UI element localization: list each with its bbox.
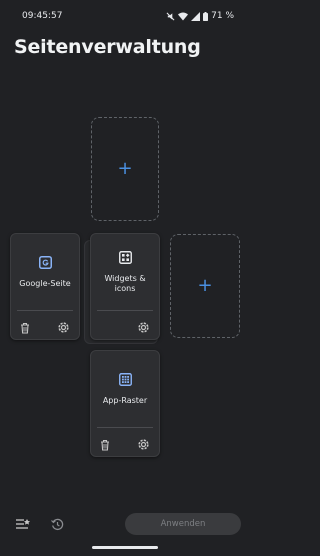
battery-icon [203, 11, 209, 21]
wifi-icon [178, 12, 189, 21]
page-card-google[interactable]: Google-Seite [10, 233, 80, 340]
delete-icon[interactable] [100, 436, 110, 455]
card-label-widgets-line1: Widgets & [104, 273, 146, 283]
battery-percent: 71 % [211, 11, 234, 21]
card-label-widgets-line2: icons [114, 283, 136, 293]
home-indicator[interactable] [92, 546, 158, 549]
card-label-google: Google-Seite [19, 278, 71, 288]
add-icon: + [197, 275, 213, 296]
add-page-slot-right[interactable]: + [170, 234, 240, 338]
google-page-icon [38, 254, 52, 273]
apply-button[interactable]: Anwenden [125, 513, 241, 535]
status-bar: 09:45:57 71 % [0, 0, 250, 32]
card-divider [17, 310, 73, 311]
page-card-widgets[interactable]: Widgets & icons [90, 233, 160, 340]
history-icon[interactable] [48, 515, 66, 533]
app-grid-icon [118, 371, 132, 390]
card-divider [97, 310, 153, 311]
delete-icon[interactable] [20, 319, 30, 338]
settings-icon[interactable] [57, 319, 70, 338]
page-title: Seitenverwaltung [14, 36, 201, 58]
card-divider [97, 427, 153, 428]
list-settings-icon[interactable] [14, 515, 32, 533]
signal-icon [191, 11, 201, 21]
status-time: 09:45:57 [22, 11, 63, 21]
widgets-icon [118, 249, 132, 268]
mute-icon [166, 12, 175, 21]
settings-icon[interactable] [137, 436, 150, 455]
settings-icon[interactable] [137, 319, 150, 338]
add-page-slot-top[interactable]: + [91, 117, 159, 221]
add-icon: + [117, 158, 133, 179]
card-label-app-grid: App-Raster [102, 395, 148, 405]
page-card-app-grid[interactable]: App-Raster [90, 350, 160, 457]
